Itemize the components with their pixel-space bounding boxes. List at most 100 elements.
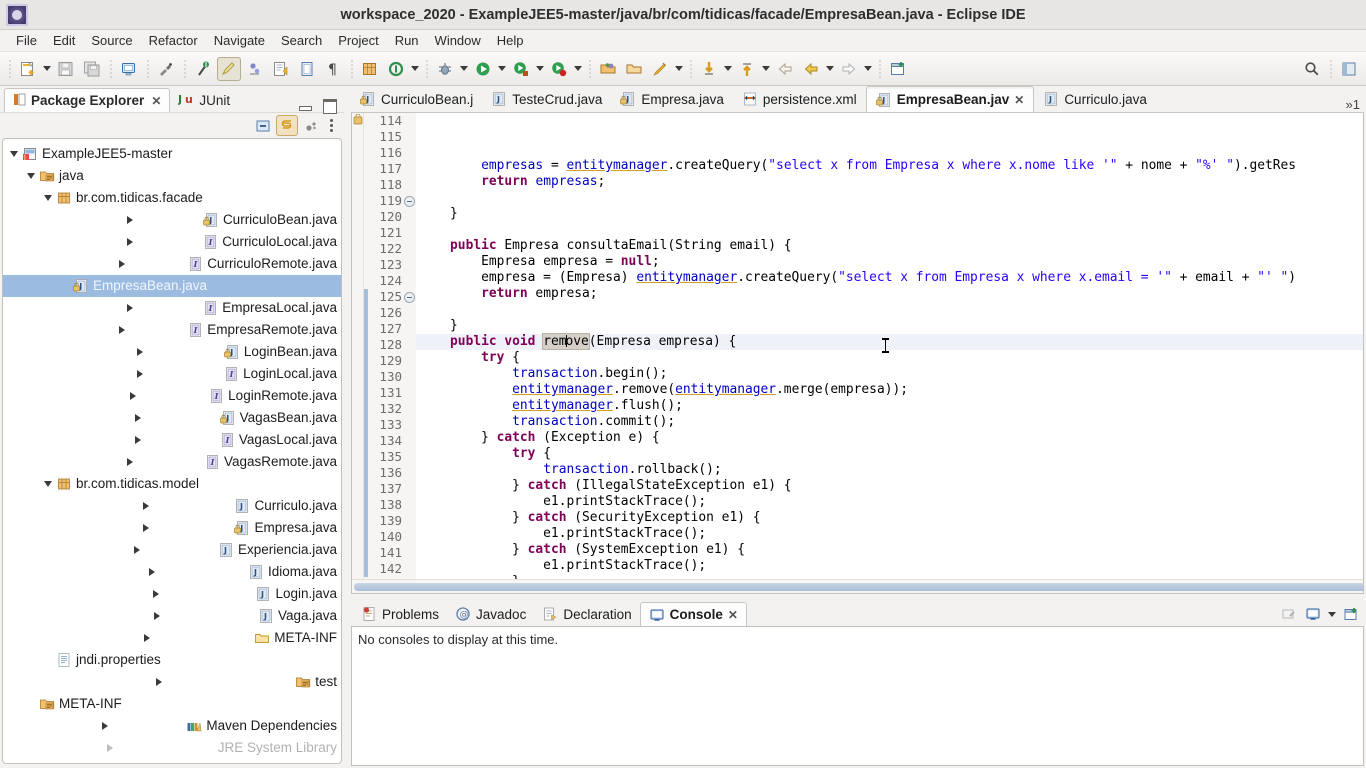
show-whitespace-icon[interactable]: ¶ [321,57,345,81]
new-java-package-icon[interactable] [358,57,382,81]
menu-window[interactable]: Window [427,32,489,49]
code-line[interactable] [416,302,1363,318]
chevron-right-icon[interactable] [24,715,185,737]
selected-token[interactable]: remove [542,333,590,351]
editor-tab-persistence-xml[interactable]: persistence.xml [733,86,866,112]
maximize-icon[interactable] [322,98,337,114]
toggle-link-icon[interactable] [154,57,178,81]
more-tabs-indicator[interactable]: »1 [1346,86,1366,112]
code-line[interactable]: public void remove(Empresa empresa) { [416,333,1363,351]
view-menu-filters-icon[interactable] [300,115,322,136]
code-line[interactable]: return empresas; [416,174,1363,190]
tree-item[interactable]: J Idioma.java [3,561,341,583]
save-icon[interactable] [54,57,78,81]
menu-help[interactable]: Help [489,32,532,49]
tree-item[interactable]: META-INF [3,627,341,649]
menu-file[interactable]: File [8,32,45,49]
new-window-icon[interactable] [886,57,910,81]
debug-icon[interactable] [433,57,457,81]
bottom-tab-problems[interactable]: Problems [353,602,447,626]
open-task-icon[interactable] [622,57,646,81]
tree-item[interactable]: I CurriculoRemote.java [3,253,341,275]
run-server-icon[interactable] [509,57,533,81]
chevron-down-icon[interactable] [41,187,55,209]
previous-edit-dropdown-icon[interactable] [722,57,734,81]
menu-refactor[interactable]: Refactor [141,32,206,49]
code-line[interactable]: transaction.begin(); [416,366,1363,382]
chevron-right-icon[interactable] [58,407,219,429]
search-icon[interactable] [1300,57,1324,81]
chevron-right-icon[interactable] [24,737,197,759]
view-menu-icon[interactable] [324,115,338,136]
editor-horizontal-scrollbar[interactable] [352,579,1363,593]
chevron-right-icon[interactable] [58,451,203,473]
tab-package-explorer[interactable]: Package Explorer ✕ [4,88,171,112]
back-history-dropdown-icon[interactable] [824,57,836,81]
tree-item[interactable]: J Vaga.java [3,605,341,627]
tab-junit[interactable]: Ju JUnit [170,88,238,112]
close-icon[interactable]: ✕ [728,608,738,622]
forward-icon[interactable] [837,57,861,81]
code-line[interactable]: transaction.rollback(); [416,462,1363,478]
tree-item[interactable]: J Curriculo.java [3,495,341,517]
tree-item[interactable]: META-INF [3,693,341,715]
stop-server-icon[interactable] [547,57,571,81]
tree-item[interactable]: br.com.tidicas.facade [3,187,341,209]
tree-item[interactable]: java [3,165,341,187]
console-output[interactable]: No consoles to display at this time. [351,626,1364,766]
save-all-icon[interactable] [80,57,104,81]
bottom-tab-declaration[interactable]: Declaration [534,602,639,626]
run-dropdown-icon[interactable] [496,57,508,81]
tree-item[interactable]: I CurriculoLocal.java [3,231,341,253]
code-line[interactable]: } catch (SecurityException e1) { [416,510,1363,526]
editor-tab-curriculobean-j[interactable]: J CurriculoBean.j [351,86,482,112]
menu-source[interactable]: Source [83,32,140,49]
tree-item[interactable]: J Experiencia.java [3,539,341,561]
chevron-down-icon[interactable] [24,165,38,187]
quick-access-marker-icon[interactable] [191,57,215,81]
editor-tab-empresabean-jav[interactable]: J EmpresaBean.jav ✕ [865,86,1035,113]
next-annotation-icon[interactable] [269,57,293,81]
chevron-right-icon[interactable] [58,583,254,605]
chevron-right-icon[interactable] [58,561,247,583]
code-line[interactable]: entitymanager.remove(entitymanager.merge… [416,382,1363,398]
tree-item[interactable]: Maven Dependencies [3,715,341,737]
fold-collapse-icon[interactable] [404,196,415,208]
chevron-right-icon[interactable] [58,363,222,385]
code-line[interactable]: } catch (Exception e) { [416,430,1363,446]
chevron-right-icon[interactable] [58,297,201,319]
close-icon[interactable]: ✕ [1014,93,1024,107]
open-console-icon[interactable] [1340,604,1362,625]
tree-item[interactable]: test [3,671,341,693]
code-line[interactable]: entitymanager.flush(); [416,398,1363,414]
tree-item[interactable]: I EmpresaLocal.java [3,297,341,319]
chevron-right-icon[interactable] [24,671,294,693]
previous-edit-icon[interactable] [697,57,721,81]
editor-tab-curriculo-java[interactable]: J Curriculo.java [1034,86,1156,112]
new-annotation-icon[interactable] [648,57,672,81]
highlight-icon[interactable] [217,56,241,81]
chevron-right-icon[interactable] [58,253,186,275]
tree-item[interactable]: I LoginLocal.java [3,363,341,385]
next-edit-icon[interactable] [735,57,759,81]
chevron-right-icon[interactable] [58,319,186,341]
editor-tab-testecrud-java[interactable]: J TesteCrud.java [482,86,611,112]
back-history-icon[interactable] [799,57,823,81]
bottom-tab-console[interactable]: Console ✕ [639,602,747,626]
tree-item[interactable]: J CurriculoBean.java [3,209,341,231]
code-line[interactable]: empresas = entitymanager.createQuery("se… [416,158,1363,174]
tree-item[interactable]: J ExampleJEE5-master [3,143,341,165]
code-line[interactable]: Empresa empresa = null; [416,254,1363,270]
run-icon[interactable] [471,57,495,81]
code-line[interactable]: transaction.commit(); [416,414,1363,430]
tree-item[interactable]: J VagasBean.java [3,407,341,429]
code-line[interactable]: } [416,206,1363,222]
menu-project[interactable]: Project [330,32,386,49]
new-java-class-dropdown-icon[interactable] [409,57,421,81]
new-wizard-dropdown-icon[interactable] [41,57,53,81]
chevron-right-icon[interactable] [58,429,218,451]
next-edit-dropdown-icon[interactable] [760,57,772,81]
code-line[interactable]: return empresa; [416,286,1363,302]
annotation-ruler[interactable] [352,113,364,593]
code-line[interactable]: try { [416,350,1363,366]
